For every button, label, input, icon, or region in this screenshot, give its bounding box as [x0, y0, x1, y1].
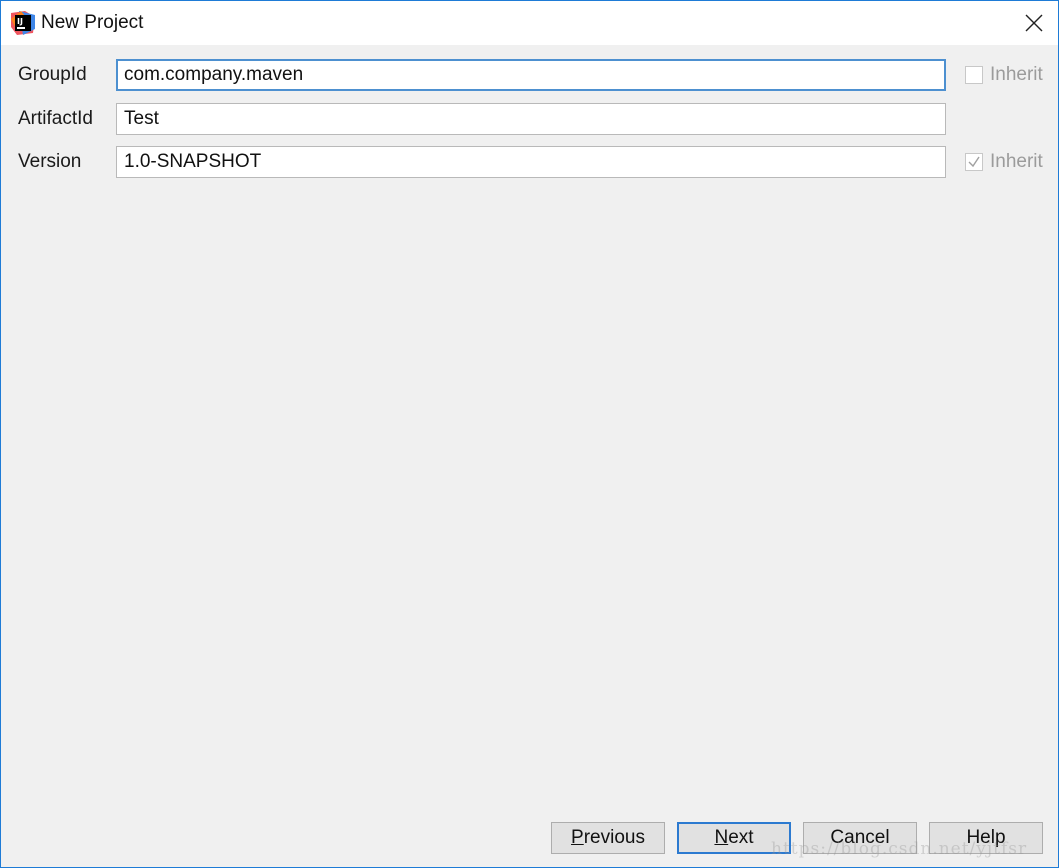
- version-inherit-box[interactable]: [965, 153, 983, 171]
- cancel-button[interactable]: Cancel: [803, 822, 917, 854]
- group-id-inherit-checkbox[interactable]: Inherit: [965, 64, 1043, 85]
- next-button[interactable]: Next: [677, 822, 791, 854]
- previous-button[interactable]: Previous: [551, 822, 665, 854]
- close-icon: [1025, 14, 1043, 32]
- close-button[interactable]: [1020, 9, 1048, 37]
- help-button[interactable]: Help: [929, 822, 1043, 854]
- version-inherit-label: Inherit: [990, 151, 1043, 172]
- group-id-input[interactable]: [116, 59, 946, 91]
- previous-mnemonic: P: [571, 827, 584, 848]
- next-mnemonic: N: [714, 827, 729, 848]
- group-id-inherit-box[interactable]: [965, 66, 983, 84]
- artifact-id-input[interactable]: [116, 103, 946, 135]
- title-bar: IJ New Project: [1, 1, 1058, 45]
- svg-text:IJ: IJ: [17, 17, 23, 26]
- checkmark-icon: [968, 156, 980, 168]
- group-id-label: GroupId: [18, 64, 87, 85]
- version-inherit-checkbox[interactable]: Inherit: [965, 151, 1043, 172]
- version-input[interactable]: [116, 146, 946, 178]
- next-label-rest: ext: [728, 827, 754, 848]
- artifact-id-label: ArtifactId: [18, 108, 93, 129]
- previous-label-rest: revious: [583, 827, 645, 848]
- version-label: Version: [18, 151, 82, 172]
- intellij-app-icon: IJ: [11, 11, 35, 35]
- group-id-inherit-label: Inherit: [990, 64, 1043, 85]
- window-title: New Project: [41, 12, 144, 33]
- new-project-dialog: IJ New Project GroupId Inherit ArtifactI…: [0, 0, 1059, 868]
